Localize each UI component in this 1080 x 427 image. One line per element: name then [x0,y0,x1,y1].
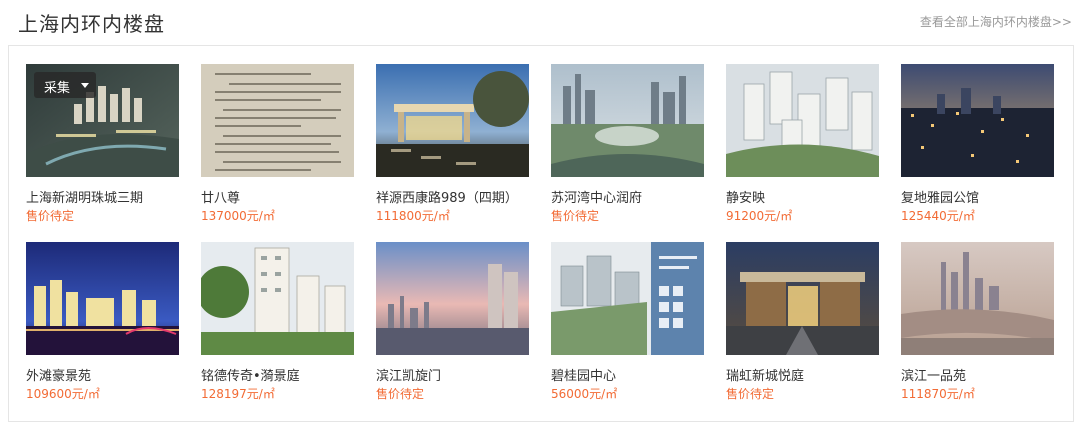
listing-name[interactable]: 静安映 [726,187,886,206]
listing-card[interactable]: 铭德传奇•漪景庭 128197元/㎡ [201,242,354,412]
view-all-link[interactable]: 查看全部上海内环内楼盘>> [920,13,1072,30]
listing-price: 109600元/㎡ [26,387,100,401]
listing-photo[interactable] [726,64,879,177]
listing-photo[interactable] [376,64,529,177]
listing-grid: 采集 上海新湖明珠城三期 售价待定 廿八尊 137000元/㎡ 祥源西康路989… [8,45,1074,422]
section-title: 上海内环内楼盘 [18,12,165,36]
listing-photo[interactable] [551,242,704,355]
listing-name[interactable]: 滨江凯旋门 [376,365,536,384]
listing-card[interactable]: 碧桂园中心 56000元/㎡ [551,242,704,412]
listing-card[interactable]: 苏河湾中心润府 售价待定 [551,64,704,234]
listing-name[interactable]: 碧桂园中心 [551,365,711,384]
listing-card[interactable]: 瑞虹新城悦庭 售价待定 [726,242,879,412]
listing-photo[interactable] [201,64,354,177]
listing-photo[interactable] [901,64,1054,177]
listing-card[interactable]: 外滩豪景苑 109600元/㎡ [26,242,179,412]
collect-button[interactable]: 采集 [34,72,96,98]
listing-photo[interactable] [726,242,879,355]
listing-price: 125440元/㎡ [901,209,975,223]
listing-card[interactable]: 廿八尊 137000元/㎡ [201,64,354,234]
listing-name[interactable]: 复地雅园公馆 [901,187,1061,206]
listing-card[interactable]: 采集 上海新湖明珠城三期 售价待定 [26,64,179,234]
listing-photo[interactable] [26,242,179,355]
listing-name[interactable]: 滨江一品苑 [901,365,1061,384]
caret-down-icon [81,83,89,88]
listing-photo[interactable] [551,64,704,177]
listing-card[interactable]: 祥源西康路989（四期） 111800元/㎡ [376,64,529,234]
listing-photo[interactable] [201,242,354,355]
listing-name[interactable]: 廿八尊 [201,187,361,206]
listing-price: 111800元/㎡ [376,209,450,223]
listing-name[interactable]: 瑞虹新城悦庭 [726,365,886,384]
listing-price: 128197元/㎡ [201,387,275,401]
listing-price: 111870元/㎡ [901,387,975,401]
listing-name[interactable]: 祥源西康路989（四期） [376,187,536,206]
listing-card[interactable]: 滨江凯旋门 售价待定 [376,242,529,412]
listing-name[interactable]: 铭德传奇•漪景庭 [201,365,361,384]
listing-name[interactable]: 苏河湾中心润府 [551,187,711,206]
listing-price: 售价待定 [26,209,75,223]
section-header: 上海内环内楼盘 查看全部上海内环内楼盘>> [0,0,1080,40]
listing-name[interactable]: 外滩豪景苑 [26,365,186,384]
listing-price: 售价待定 [726,387,775,401]
listing-card[interactable]: 复地雅园公馆 125440元/㎡ [901,64,1054,234]
listing-card[interactable]: 滨江一品苑 111870元/㎡ [901,242,1054,412]
listing-price: 91200元/㎡ [726,209,793,223]
listing-card[interactable]: 静安映 91200元/㎡ [726,64,879,234]
listing-price: 56000元/㎡ [551,387,618,401]
listing-photo[interactable] [376,242,529,355]
collect-label: 采集 [44,81,71,96]
listing-price: 137000元/㎡ [201,209,275,223]
listing-price: 售价待定 [376,387,425,401]
listing-photo[interactable]: 采集 [26,64,179,177]
listing-photo[interactable] [901,242,1054,355]
listing-price: 售价待定 [551,209,600,223]
listing-name[interactable]: 上海新湖明珠城三期 [26,187,186,206]
